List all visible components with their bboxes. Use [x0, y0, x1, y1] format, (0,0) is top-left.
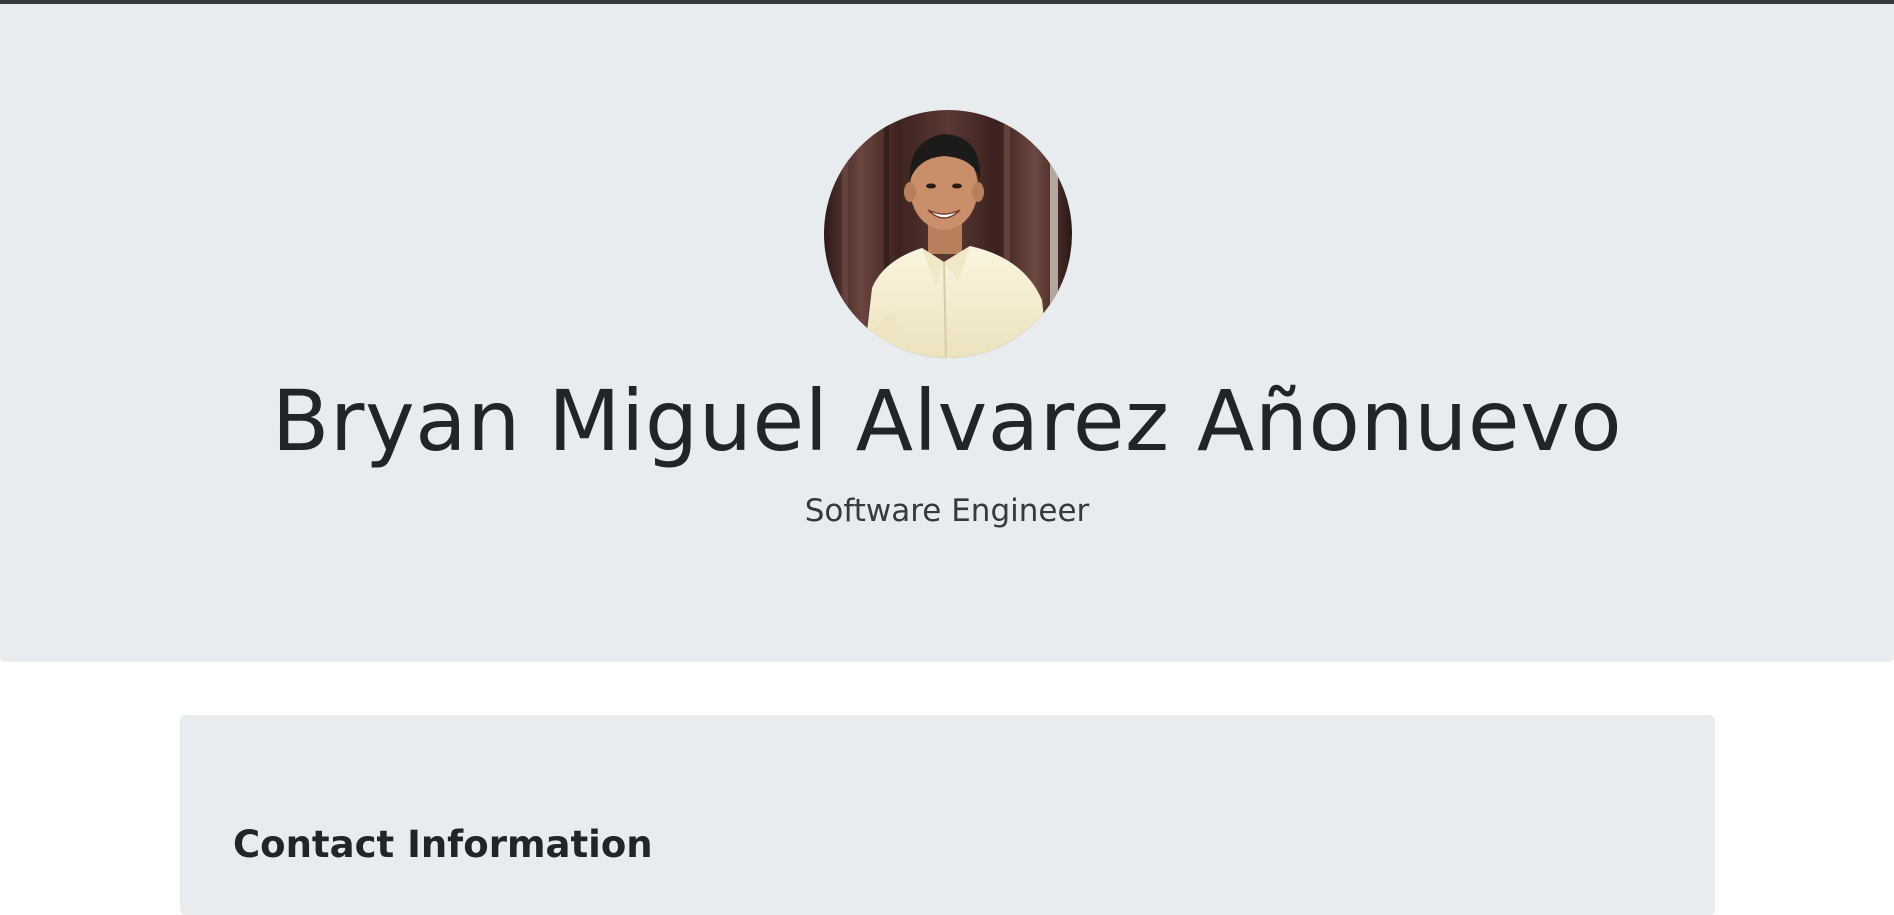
profile-role: Software Engineer	[804, 493, 1090, 529]
profile-avatar	[824, 110, 1072, 358]
contact-section: Contact Information	[180, 715, 1715, 915]
profile-photo-icon	[824, 110, 1072, 358]
profile-name: Bryan Miguel Alvarez Añonuevo	[271, 372, 1623, 470]
profile-header: Bryan Miguel Alvarez Añonuevo Software E…	[0, 4, 1894, 662]
contact-heading: Contact Information	[233, 823, 653, 866]
